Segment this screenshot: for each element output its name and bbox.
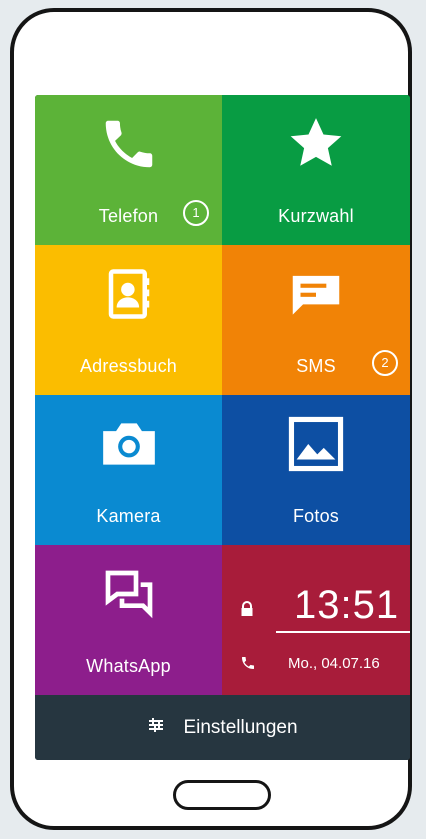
clock-widget: 13:51 Mo., 04.07.16 xyxy=(222,545,410,695)
tile-label: Adressbuch xyxy=(79,356,178,376)
tile-kamera[interactable]: Kamera xyxy=(35,395,222,545)
tile-fotos[interactable]: Fotos xyxy=(222,395,410,545)
missed-call-icon xyxy=(240,655,256,676)
star-icon xyxy=(285,113,347,175)
tile-adressbuch[interactable]: Adressbuch xyxy=(35,245,222,395)
clock-time: 13:51 xyxy=(294,583,400,627)
home-screen: Telefon 1 Kurzwahl Adressbuch SMS 2 Kame… xyxy=(35,95,410,760)
image-icon xyxy=(285,413,347,475)
missed-call-badge: 1 xyxy=(183,200,209,226)
unread-sms-badge: 2 xyxy=(372,350,398,376)
tile-whatsapp[interactable]: WhatsApp xyxy=(35,545,222,695)
tile-label: Kurzwahl xyxy=(278,206,354,226)
chat-icon xyxy=(98,563,160,625)
settings-label: Einstellungen xyxy=(183,716,298,738)
lock-icon[interactable] xyxy=(240,601,254,622)
tile-label: WhatsApp xyxy=(86,656,171,676)
camera-icon xyxy=(98,413,160,475)
tile-telefon[interactable]: Telefon 1 xyxy=(35,95,222,245)
clock-divider xyxy=(276,631,410,633)
clock-date: Mo., 04.07.16 xyxy=(288,655,380,672)
home-button[interactable] xyxy=(173,780,271,810)
tile-sms[interactable]: SMS 2 xyxy=(222,245,410,395)
settings-bar[interactable]: Einstellungen xyxy=(35,695,410,760)
message-icon xyxy=(285,263,347,325)
sliders-icon xyxy=(147,716,165,740)
tile-label: Fotos xyxy=(292,506,340,526)
tile-label: Kamera xyxy=(96,506,161,526)
phone-icon xyxy=(98,113,160,175)
tile-kurzwahl[interactable]: Kurzwahl xyxy=(222,95,410,245)
contact-book-icon xyxy=(98,263,160,325)
